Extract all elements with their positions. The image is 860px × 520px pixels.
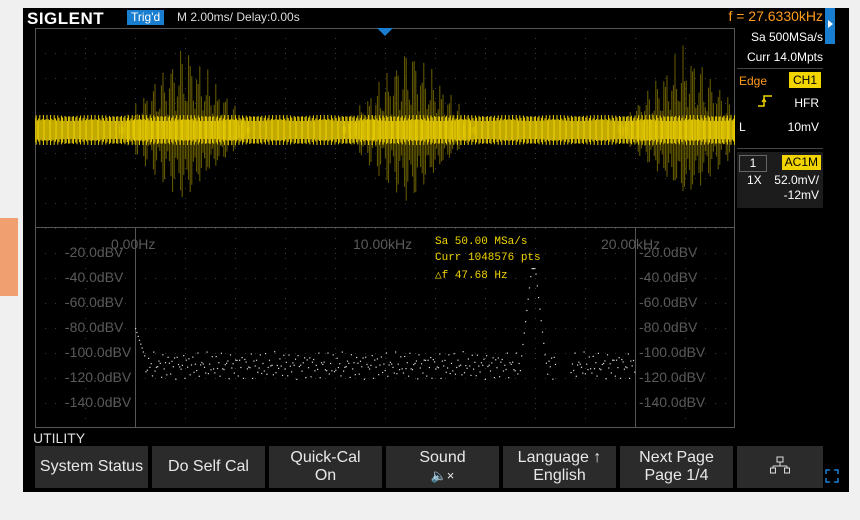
grid-svg [35, 28, 735, 428]
trigger-status-badge[interactable]: Trig'd [127, 10, 165, 25]
softkey-value: Page 1/4 [644, 467, 709, 484]
next-page-button[interactable]: Next Page Page 1/4 [620, 446, 733, 488]
status-bar: SIGLENT Trig'd M 2.00ms/ Delay:0.00s f =… [23, 8, 849, 44]
trigger-level-label: L [739, 120, 746, 134]
vertical-offset: -12mV [783, 188, 819, 202]
db-label-right: -80.0dBV [639, 319, 698, 335]
db-label-right: -40.0dBV [639, 269, 698, 285]
fft-sample-rate: Sa 50.00 MSa/s [435, 236, 528, 248]
channel-number: 1 [739, 155, 767, 172]
quick-cal-button[interactable]: Quick-Cal On [269, 446, 382, 488]
waveform-grid[interactable]: Sa 50.00 MSa/s Curr 1048576 pts △f 47.68… [35, 28, 735, 428]
softkey-label: System Status [39, 458, 144, 475]
softkey-label: Next Page [639, 449, 714, 466]
db-label-left: -40.0dBV [65, 269, 124, 285]
trigger-source-badge: CH1 [788, 72, 821, 88]
db-label-right: -100.0dBV [639, 344, 706, 360]
fft-trace [135, 268, 636, 380]
menu-tab-icon[interactable] [825, 8, 835, 44]
db-label-left: -80.0dBV [65, 319, 124, 335]
db-label-right: -60.0dBV [639, 294, 698, 310]
freq-label-1: 10.00kHz [353, 236, 413, 252]
db-label-right: -20.0dBV [639, 244, 698, 260]
db-label-right: -120.0dBV [639, 369, 706, 385]
fft-delta-f: △f 47.68 Hz [435, 270, 508, 282]
menu-title: UTILITY [33, 430, 86, 446]
rising-edge-icon [757, 94, 773, 111]
system-status-button[interactable]: System Status [35, 446, 148, 488]
db-label-left: -100.0dBV [65, 344, 132, 360]
acq-sample-rate: Sa 500MSa/s [750, 30, 823, 44]
channel-coupling-badge: AC1M [781, 155, 821, 170]
channel-1-panel[interactable]: 1 AC1M 1X 52.0mV/ -12mV [737, 152, 823, 208]
softkey-label: Sound [419, 449, 466, 466]
trigger-position-icon[interactable] [377, 28, 393, 36]
softkey-label: Language ↑ [517, 449, 602, 466]
oscilloscope-screen: SIGLENT Trig'd M 2.00ms/ Delay:0.00s f =… [23, 8, 849, 492]
trigger-type: Edge [739, 74, 768, 88]
acq-memory: Curr 14.0Mpts [746, 50, 823, 64]
db-label-left: -120.0dBV [65, 369, 132, 385]
trigger-coupling: HFR [794, 96, 819, 110]
network-icon [737, 456, 823, 479]
sound-button[interactable]: Sound 🔈× [386, 446, 499, 488]
softkey-label: Quick-Cal [290, 449, 361, 466]
db-label-left: -140.0dBV [65, 394, 132, 410]
db-label-left: -20.0dBV [65, 244, 124, 260]
expand-icon[interactable] [825, 469, 839, 488]
timebase-readout[interactable]: M 2.00ms/ Delay:0.00s [177, 10, 300, 24]
softkey-value: English [533, 467, 586, 484]
side-accent [0, 218, 18, 296]
speaker-muted-icon: 🔈× [430, 468, 455, 483]
self-cal-button[interactable]: Do Self Cal [152, 446, 265, 488]
trigger-level: 10mV [787, 120, 819, 134]
brand-logo: SIGLENT [27, 9, 105, 28]
network-button[interactable] [737, 446, 823, 488]
vertical-scale: 52.0mV/ [774, 173, 819, 187]
db-label-right: -140.0dBV [639, 394, 706, 410]
channel-1-trace [35, 115, 735, 145]
fft-points: Curr 1048576 pts [435, 252, 541, 264]
frequency-counter: f = 27.6330kHz [728, 8, 823, 24]
softkey-bar: System Status Do Self Cal Quick-Cal On S… [35, 446, 823, 488]
softkey-value: On [314, 467, 337, 484]
probe-attenuation: 1X [747, 173, 762, 187]
language-button[interactable]: Language ↑ English [503, 446, 616, 488]
softkey-label: Do Self Cal [168, 458, 249, 475]
db-label-left: -60.0dBV [65, 294, 124, 310]
